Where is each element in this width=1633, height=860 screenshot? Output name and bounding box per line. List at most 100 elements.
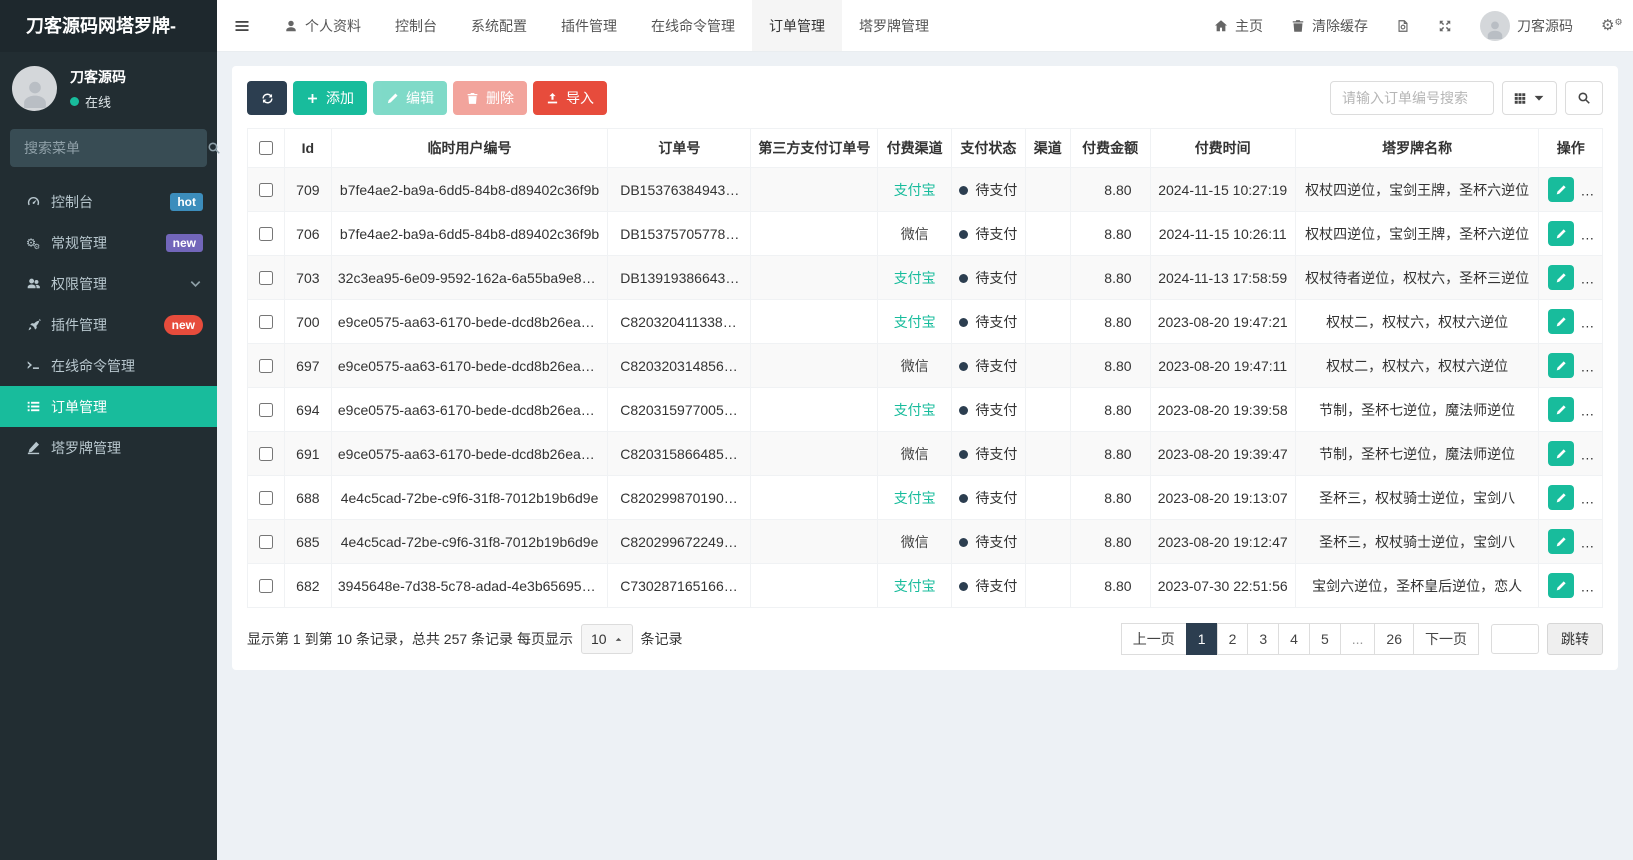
pay-time-cell: 2023-08-20 19:47:21 — [1149, 299, 1296, 344]
language-button[interactable] — [1382, 0, 1424, 51]
row-checkbox[interactable] — [259, 446, 274, 461]
user-no-cell: 32c3ea95-6e09-9592-162a-6a55ba9e8293 — [330, 255, 609, 300]
page-button[interactable]: 下一页 — [1413, 623, 1479, 655]
pay-channel-cell: 支付宝 — [877, 255, 953, 300]
topbar-nav-label: 塔罗牌管理 — [859, 17, 929, 34]
actions-cell — [1538, 211, 1603, 256]
pay-status-cell: 待支付 — [951, 343, 1026, 388]
row-checkbox[interactable] — [259, 534, 274, 549]
row-checkbox[interactable] — [259, 182, 274, 197]
sidebar-item-2[interactable]: ⚙ ⚙ 常规管理 new — [0, 222, 217, 263]
pay-status-cell: 待支付 — [951, 299, 1026, 344]
row-checkbox[interactable] — [259, 270, 274, 285]
user-no-cell: 4e4c5cad-72be-c9f6-31f8-7012b19b6d9e — [330, 475, 609, 520]
topbar-nav-item-4[interactable]: 插件管理 — [544, 0, 634, 51]
order-no-cell: C820320411338203 — [607, 299, 752, 344]
channel-cell — [1024, 563, 1071, 608]
topbar-nav-item-6[interactable]: 订单管理 — [752, 0, 842, 51]
order-id-cell: 703 — [283, 255, 332, 300]
third-party-no-cell — [750, 167, 879, 212]
language-doc-icon — [1396, 19, 1410, 33]
row-edit-button[interactable] — [1548, 529, 1575, 554]
row-edit-button[interactable] — [1548, 221, 1575, 246]
pay-status-label: 待支付 — [975, 445, 1018, 462]
pay-time-cell: 2024-11-13 17:58:59 — [1149, 255, 1296, 300]
row-edit-button[interactable] — [1548, 177, 1575, 202]
plus-icon — [306, 92, 319, 105]
row-edit-button[interactable] — [1548, 573, 1575, 598]
columns-dropdown-button[interactable] — [1502, 81, 1557, 115]
sidebar-item-6[interactable]: 订单管理 — [0, 386, 217, 427]
account-menu[interactable]: 刀客源码 — [1466, 0, 1587, 51]
row-checkbox[interactable] — [259, 226, 274, 241]
order-id-cell: 691 — [283, 431, 332, 476]
sidebar-item-4[interactable]: 插件管理 new — [0, 304, 217, 345]
pay-channel-cell: 支付宝 — [877, 475, 953, 520]
clear-cache-link[interactable]: 清除缓存 — [1277, 0, 1382, 51]
order-no-cell: DB13919386643576 — [607, 255, 752, 300]
row-checkbox[interactable] — [259, 358, 274, 373]
per-page-dropdown[interactable]: 10 — [580, 624, 633, 654]
order-no-cell: C820315977005249 — [607, 387, 752, 432]
pay-channel-cell: 微信 — [877, 431, 953, 476]
amount-cell: 8.80 — [1069, 299, 1151, 344]
table-body: 709 b7fe4ae2-ba9a-6dd5-84b8-d89402c36f9b D… — [247, 167, 1603, 608]
delete-button[interactable]: 删除 — [453, 81, 527, 115]
settings-button[interactable]: ⚙⚙ — [1587, 0, 1633, 51]
row-checkbox[interactable] — [259, 578, 274, 593]
edit-button[interactable]: 编辑 — [373, 81, 447, 115]
row-edit-button[interactable] — [1548, 309, 1575, 334]
page-button[interactable]: 3 — [1247, 623, 1280, 655]
order-search-input[interactable] — [1330, 81, 1494, 115]
sidebar-item-1[interactable]: 控制台 hot — [0, 181, 217, 222]
topbar-nav-item-5[interactable]: 在线命令管理 — [634, 0, 752, 51]
row-checkbox[interactable] — [259, 402, 274, 417]
amount-cell: 8.80 — [1069, 255, 1151, 300]
row-edit-button[interactable] — [1548, 353, 1575, 378]
topbar-nav-item-1[interactable]: 个人资料 — [267, 0, 378, 51]
sidebar-search-input[interactable] — [22, 139, 207, 157]
page-button[interactable]: 2 — [1216, 623, 1249, 655]
search-button[interactable] — [1565, 81, 1603, 115]
row-edit-button[interactable] — [1548, 441, 1575, 466]
fullscreen-button[interactable] — [1424, 0, 1466, 51]
actions-cell — [1538, 431, 1603, 476]
page-button[interactable]: 上一页 — [1120, 623, 1187, 655]
refresh-button[interactable] — [247, 81, 287, 115]
row-checkbox[interactable] — [259, 314, 274, 329]
user-no-cell: 4e4c5cad-72be-c9f6-31f8-7012b19b6d9e — [330, 519, 609, 564]
row-edit-button[interactable] — [1548, 485, 1575, 510]
amount-cell: 8.80 — [1069, 431, 1151, 476]
row-edit-button[interactable] — [1548, 265, 1575, 290]
tarot-name-cell: 圣杯三，权杖骑士逆位，宝剑八 — [1294, 475, 1540, 520]
pay-channel-label: 支付宝 — [893, 577, 936, 594]
status-dot-icon — [959, 317, 969, 327]
import-button[interactable]: 导入 — [533, 81, 607, 115]
search-icon[interactable] — [207, 141, 221, 155]
sidebar-item-7[interactable]: 塔罗牌管理 — [0, 427, 217, 468]
actions-cell — [1538, 255, 1603, 300]
user-no-cell: b7fe4ae2-ba9a-6dd5-84b8-d89402c36f9b — [330, 167, 609, 212]
topbar-nav-item-3[interactable]: 系统配置 — [454, 0, 544, 51]
row-edit-button[interactable] — [1548, 397, 1575, 422]
topbar-nav-label: 订单管理 — [769, 17, 825, 34]
page-button[interactable]: 26 — [1374, 623, 1414, 655]
jump-page-input[interactable] — [1491, 624, 1539, 654]
sidebar-item-5[interactable]: 在线命令管理 — [0, 345, 217, 386]
row-checkbox[interactable] — [259, 490, 274, 505]
add-button[interactable]: 添加 — [293, 81, 367, 115]
topbar-nav-item-2[interactable]: 控制台 — [378, 0, 454, 51]
home-link[interactable]: 主页 — [1200, 0, 1277, 51]
search-icon — [1577, 91, 1591, 105]
page-button[interactable]: 1 — [1185, 623, 1218, 655]
topbar-nav-item-7[interactable]: 塔罗牌管理 — [842, 0, 946, 51]
sidebar-toggle-button[interactable] — [217, 0, 267, 51]
edit-button-label: 编辑 — [406, 90, 434, 106]
page-button[interactable]: 4 — [1278, 623, 1310, 655]
jump-button[interactable]: 跳转 — [1547, 623, 1603, 655]
select-all-checkbox[interactable] — [259, 141, 274, 155]
actions-cell — [1538, 519, 1603, 564]
page-button[interactable]: 5 — [1308, 623, 1341, 655]
sidebar-item-3[interactable]: 权限管理 — [0, 263, 217, 304]
per-page-value: 10 — [590, 631, 607, 647]
